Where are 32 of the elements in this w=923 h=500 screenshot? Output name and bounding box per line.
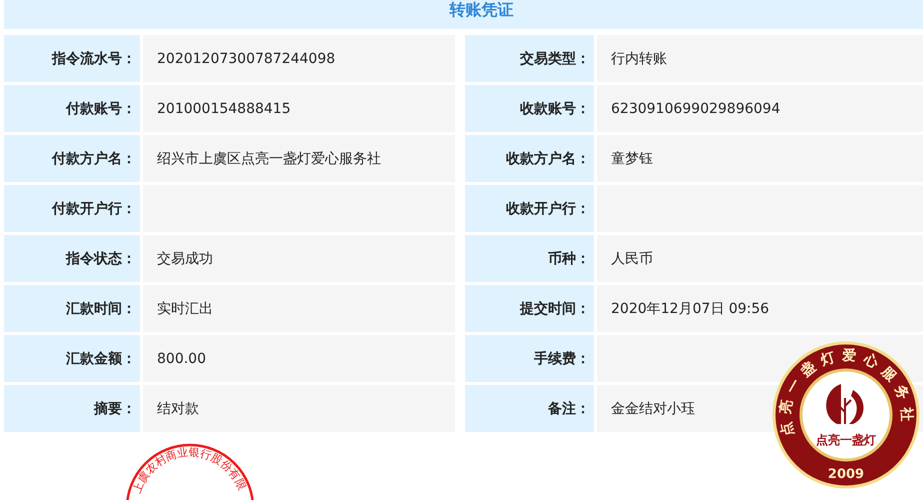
field-label: 付款账号： (4, 85, 140, 132)
field-value: 童梦钰 (611, 150, 653, 168)
field-value: 800.00 (157, 350, 206, 366)
field-label: 交易类型： (465, 35, 594, 82)
field-label: 摘要： (4, 385, 140, 432)
field-value: 201000154888415 (157, 100, 291, 116)
field-label: 汇款金额： (4, 335, 140, 382)
voucher-title: 转账凭证 (450, 2, 514, 18)
field-value: 金金结对小珏 (611, 400, 695, 418)
stamp-drawing: 上虞农村商业银行股份有限 (126, 444, 254, 500)
field-label: 币种： (465, 235, 594, 282)
field-label: 收款开户行： (465, 185, 594, 232)
field-value: 实时汇出 (157, 300, 213, 318)
field-value: 结对款 (157, 400, 199, 418)
field-label: 收款账号： (465, 85, 594, 132)
field-label: 指令流水号： (4, 35, 140, 82)
field-value: 2020年12月07日 09:56 (611, 300, 770, 318)
field-value: 交易成功 (157, 250, 213, 268)
field-label: 付款开户行： (4, 185, 140, 232)
emblem-drawing: 点亮一盏灯爱心服务社 点亮一盏灯 2009 (772, 342, 920, 488)
field-label: 汇款时间： (4, 285, 140, 332)
field-label: 手续费： (465, 335, 594, 382)
field-label: 付款方户名： (4, 135, 140, 182)
field-label: 收款方户名： (465, 135, 594, 182)
field-value: 行内转账 (611, 50, 667, 68)
field-value: 20201207300787244098 (157, 50, 336, 66)
field-label: 指令状态： (4, 235, 140, 282)
field-value: 6230910699029896094 (611, 100, 780, 116)
field-value: 人民币 (611, 250, 653, 268)
field-value: 绍兴市上虞区点亮一盏灯爱心服务社 (157, 150, 381, 168)
field-label: 提交时间： (465, 285, 594, 332)
field-label: 备注： (465, 385, 594, 432)
